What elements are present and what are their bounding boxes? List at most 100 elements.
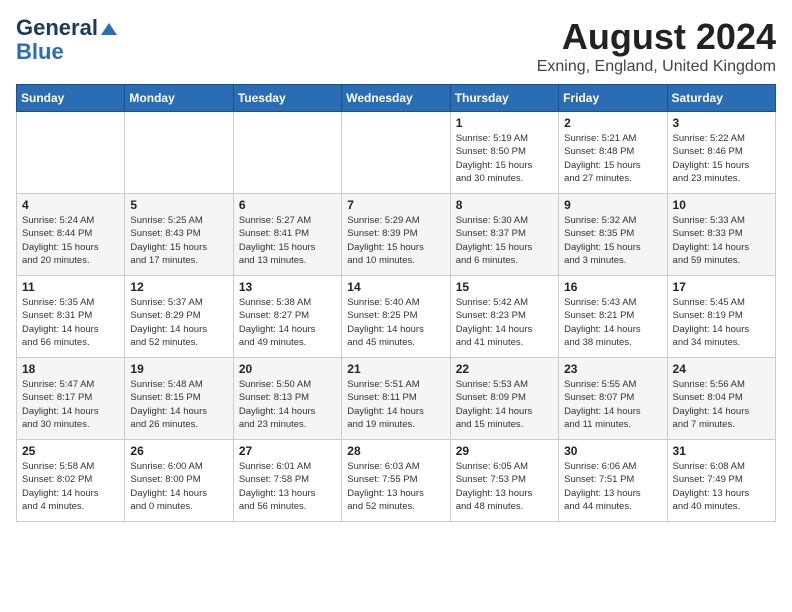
month-title: August 2024 (537, 16, 776, 58)
calendar-cell (233, 112, 341, 194)
day-number: 11 (22, 280, 119, 294)
day-number: 4 (22, 198, 119, 212)
day-number: 27 (239, 444, 336, 458)
calendar-cell: 10Sunrise: 5:33 AM Sunset: 8:33 PM Dayli… (667, 194, 775, 276)
day-number: 26 (130, 444, 227, 458)
calendar-cell: 5 Sunrise: 5:25 AM Sunset: 8:43 PM Daylig… (125, 194, 233, 276)
calendar-body: 1 Sunrise: 5:19 AM Sunset: 8:50 PM Daylig… (17, 112, 776, 522)
calendar-cell (17, 112, 125, 194)
day-number: 1 (456, 116, 553, 130)
calendar-cell: 8 Sunrise: 5:30 AM Sunset: 8:37 PM Daylig… (450, 194, 558, 276)
cell-content: Sunrise: 6:06 AM Sunset: 7:51 PM Dayligh… (564, 460, 661, 513)
cell-content: Sunrise: 6:00 AM Sunset: 8:00 PM Dayligh… (130, 460, 227, 513)
cell-content: Sunrise: 5:25 AM Sunset: 8:43 PM Dayligh… (130, 214, 227, 267)
calendar-cell: 23 Sunrise: 5:55 AM Sunset: 8:07 PM Dayli… (559, 358, 667, 440)
weekday-header-sunday: Sunday (17, 85, 125, 112)
calendar-cell: 4 Sunrise: 5:24 AM Sunset: 8:44 PM Daylig… (17, 194, 125, 276)
cell-content: Sunrise: 5:30 AM Sunset: 8:37 PM Dayligh… (456, 214, 553, 267)
day-number: 17 (673, 280, 770, 294)
day-number: 30 (564, 444, 661, 458)
day-number: 6 (239, 198, 336, 212)
calendar-cell: 29Sunrise: 6:05 AM Sunset: 7:53 PM Dayli… (450, 440, 558, 522)
weekday-header-tuesday: Tuesday (233, 85, 341, 112)
cell-content: Sunrise: 5:22 AM Sunset: 8:46 PM Dayligh… (673, 132, 770, 185)
cell-content: Sunrise: 5:21 AM Sunset: 8:48 PM Dayligh… (564, 132, 661, 185)
day-number: 9 (564, 198, 661, 212)
cell-content: Sunrise: 5:45 AM Sunset: 8:19 PM Dayligh… (673, 296, 770, 349)
cell-content: Sunrise: 5:53 AM Sunset: 8:09 PM Dayligh… (456, 378, 553, 431)
day-number: 8 (456, 198, 553, 212)
calendar-cell: 17 Sunrise: 5:45 AM Sunset: 8:19 PM Dayli… (667, 276, 775, 358)
calendar-cell: 6 Sunrise: 5:27 AM Sunset: 8:41 PM Daylig… (233, 194, 341, 276)
cell-content: Sunrise: 5:38 AM Sunset: 8:27 PM Dayligh… (239, 296, 336, 349)
calendar-cell (125, 112, 233, 194)
day-number: 5 (130, 198, 227, 212)
calendar-cell: 1 Sunrise: 5:19 AM Sunset: 8:50 PM Daylig… (450, 112, 558, 194)
cell-content: Sunrise: 5:42 AM Sunset: 8:23 PM Dayligh… (456, 296, 553, 349)
weekday-header-friday: Friday (559, 85, 667, 112)
calendar-cell: 15 Sunrise: 5:42 AM Sunset: 8:23 PM Dayli… (450, 276, 558, 358)
calendar-cell: 7 Sunrise: 5:29 AM Sunset: 8:39 PM Daylig… (342, 194, 450, 276)
calendar-cell: 3Sunrise: 5:22 AM Sunset: 8:46 PM Daylig… (667, 112, 775, 194)
day-number: 13 (239, 280, 336, 294)
calendar-cell: 31Sunrise: 6:08 AM Sunset: 7:49 PM Dayli… (667, 440, 775, 522)
location-title: Exning, England, United Kingdom (537, 58, 776, 76)
weekday-header-saturday: Saturday (667, 85, 775, 112)
calendar-cell: 26 Sunrise: 6:00 AM Sunset: 8:00 PM Dayli… (125, 440, 233, 522)
cell-content: Sunrise: 5:58 AM Sunset: 8:02 PM Dayligh… (22, 460, 119, 513)
calendar-cell: 24Sunrise: 5:56 AM Sunset: 8:04 PM Dayli… (667, 358, 775, 440)
calendar-cell: 25 Sunrise: 5:58 AM Sunset: 8:02 PM Dayli… (17, 440, 125, 522)
day-number: 31 (673, 444, 770, 458)
cell-content: Sunrise: 5:35 AM Sunset: 8:31 PM Dayligh… (22, 296, 119, 349)
calendar-cell: 16 Sunrise: 5:43 AM Sunset: 8:21 PM Dayli… (559, 276, 667, 358)
day-number: 15 (456, 280, 553, 294)
day-number: 16 (564, 280, 661, 294)
cell-content: Sunrise: 5:48 AM Sunset: 8:15 PM Dayligh… (130, 378, 227, 431)
weekday-header-wednesday: Wednesday (342, 85, 450, 112)
cell-content: Sunrise: 5:19 AM Sunset: 8:50 PM Dayligh… (456, 132, 553, 185)
week-row-1: 1 Sunrise: 5:19 AM Sunset: 8:50 PM Daylig… (17, 112, 776, 194)
cell-content: Sunrise: 5:43 AM Sunset: 8:21 PM Dayligh… (564, 296, 661, 349)
page-header: General Blue August 2024 Exning, England… (16, 16, 776, 76)
cell-content: Sunrise: 5:40 AM Sunset: 8:25 PM Dayligh… (347, 296, 444, 349)
cell-content: Sunrise: 5:37 AM Sunset: 8:29 PM Dayligh… (130, 296, 227, 349)
calendar-cell: 30 Sunrise: 6:06 AM Sunset: 7:51 PM Dayli… (559, 440, 667, 522)
logo-text: General (16, 16, 117, 40)
cell-content: Sunrise: 5:55 AM Sunset: 8:07 PM Dayligh… (564, 378, 661, 431)
day-number: 21 (347, 362, 444, 376)
day-number: 2 (564, 116, 661, 130)
day-number: 24 (673, 362, 770, 376)
week-row-2: 4 Sunrise: 5:24 AM Sunset: 8:44 PM Daylig… (17, 194, 776, 276)
calendar-cell: 11 Sunrise: 5:35 AM Sunset: 8:31 PM Dayli… (17, 276, 125, 358)
weekday-header-row: SundayMondayTuesdayWednesdayThursdayFrid… (17, 85, 776, 112)
day-number: 20 (239, 362, 336, 376)
day-number: 7 (347, 198, 444, 212)
day-number: 19 (130, 362, 227, 376)
calendar-cell: 27 Sunrise: 6:01 AM Sunset: 7:58 PM Dayli… (233, 440, 341, 522)
calendar-cell: 18Sunrise: 5:47 AM Sunset: 8:17 PM Dayli… (17, 358, 125, 440)
week-row-3: 11 Sunrise: 5:35 AM Sunset: 8:31 PM Dayli… (17, 276, 776, 358)
cell-content: Sunrise: 5:27 AM Sunset: 8:41 PM Dayligh… (239, 214, 336, 267)
calendar-cell: 13 Sunrise: 5:38 AM Sunset: 8:27 PM Dayli… (233, 276, 341, 358)
day-number: 22 (456, 362, 553, 376)
cell-content: Sunrise: 5:24 AM Sunset: 8:44 PM Dayligh… (22, 214, 119, 267)
weekday-header-thursday: Thursday (450, 85, 558, 112)
logo: General Blue (16, 16, 117, 64)
day-number: 25 (22, 444, 119, 458)
cell-content: Sunrise: 5:51 AM Sunset: 8:11 PM Dayligh… (347, 378, 444, 431)
calendar-cell: 19 Sunrise: 5:48 AM Sunset: 8:15 PM Dayli… (125, 358, 233, 440)
day-number: 12 (130, 280, 227, 294)
cell-content: Sunrise: 5:33 AM Sunset: 8:33 PM Dayligh… (673, 214, 770, 267)
cell-content: Sunrise: 6:01 AM Sunset: 7:58 PM Dayligh… (239, 460, 336, 513)
day-number: 28 (347, 444, 444, 458)
calendar-cell: 12 Sunrise: 5:37 AM Sunset: 8:29 PM Dayli… (125, 276, 233, 358)
calendar-cell: 20Sunrise: 5:50 AM Sunset: 8:13 PM Dayli… (233, 358, 341, 440)
cell-content: Sunrise: 5:29 AM Sunset: 8:39 PM Dayligh… (347, 214, 444, 267)
calendar-cell: 22 Sunrise: 5:53 AM Sunset: 8:09 PM Dayli… (450, 358, 558, 440)
cell-content: Sunrise: 6:05 AM Sunset: 7:53 PM Dayligh… (456, 460, 553, 513)
weekday-header-monday: Monday (125, 85, 233, 112)
logo-subtext: Blue (16, 40, 64, 64)
calendar-cell: 28Sunrise: 6:03 AM Sunset: 7:55 PM Dayli… (342, 440, 450, 522)
cell-content: Sunrise: 5:32 AM Sunset: 8:35 PM Dayligh… (564, 214, 661, 267)
day-number: 23 (564, 362, 661, 376)
